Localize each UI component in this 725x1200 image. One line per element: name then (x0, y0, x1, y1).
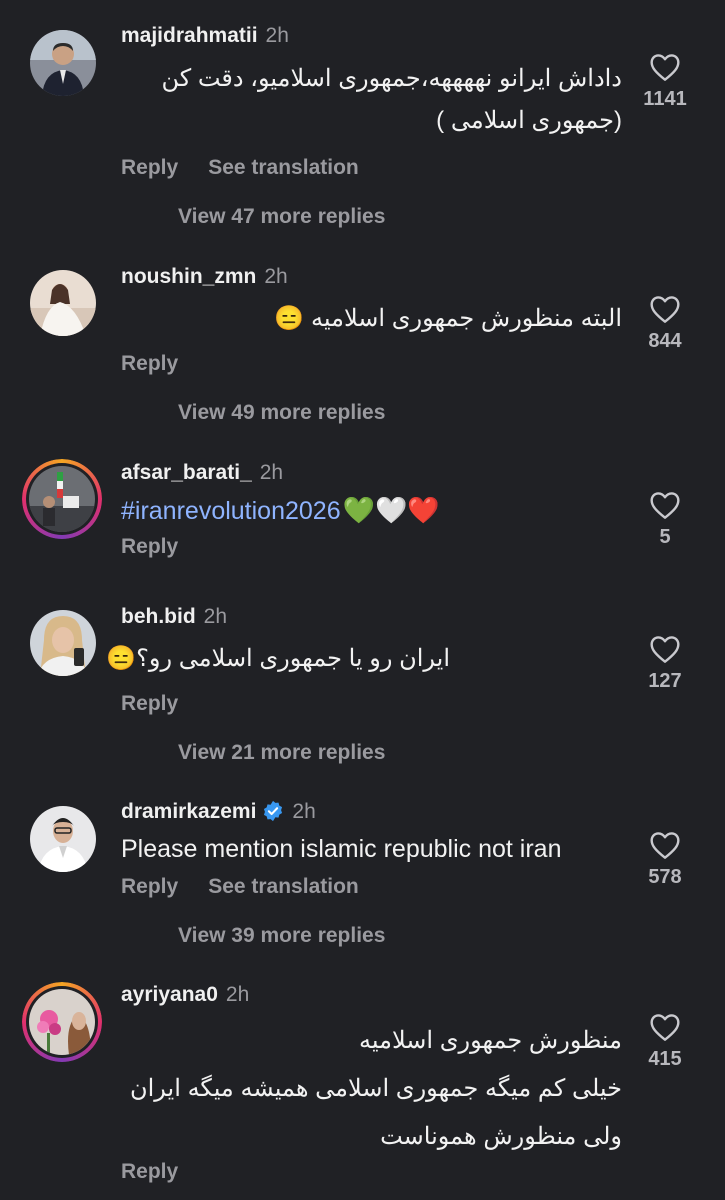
comment-time: 2h (292, 800, 316, 823)
comment-time: 2h (203, 605, 228, 628)
reply-button[interactable]: Reply (121, 1160, 178, 1183)
like-button[interactable]: 578 (635, 830, 695, 889)
comment-line: ولی منظورش هموناست (380, 1123, 622, 1150)
like-button[interactable]: 5 (635, 490, 695, 549)
see-translation-button[interactable]: See translation (208, 156, 359, 179)
heart-outline-icon (650, 636, 680, 663)
avatar-story-ring[interactable] (22, 982, 102, 1062)
see-translation-button[interactable]: See translation (208, 875, 359, 898)
comment-line: (جمهوری اسلامی ) (436, 107, 622, 134)
username[interactable]: dramirkazemi 2h (121, 800, 316, 828)
emoji-group: 💚🤍❤️ (342, 495, 440, 525)
avatar (29, 466, 95, 532)
view-more-replies-button[interactable]: View 47 more replies (178, 205, 385, 229)
comment-text: البته منظورش جمهوری اسلامیه 😑 (274, 298, 622, 340)
comment-line: داداش ایرانو نههههه،جمهوری اسلامیو، دقت … (161, 65, 622, 92)
like-count: 5 (659, 526, 671, 548)
comment-actions: Reply (121, 1160, 208, 1184)
like-count: 844 (648, 330, 682, 352)
comment-actions: Reply (121, 535, 208, 559)
username-text[interactable]: majidrahmatii (121, 24, 258, 47)
view-more-replies-button[interactable]: View 49 more replies (178, 401, 385, 425)
view-more-replies-button[interactable]: View 39 more replies (178, 924, 385, 948)
heart-outline-icon (650, 832, 680, 859)
view-more-replies-button[interactable]: View 21 more replies (178, 741, 385, 765)
username[interactable]: afsar_barati_ 2h (121, 461, 283, 485)
avatar (29, 989, 95, 1055)
like-count: 1141 (643, 88, 687, 110)
like-button[interactable]: 844 (635, 294, 695, 353)
comment-text: Please mention islamic republic not iran (121, 835, 562, 863)
avatar[interactable] (30, 806, 96, 872)
username[interactable]: beh.bid 2h (121, 605, 227, 629)
like-count: 578 (648, 866, 682, 888)
like-count: 415 (648, 1048, 682, 1070)
avatar[interactable] (30, 270, 96, 336)
hashtag-link[interactable]: #iranrevolution2026 (121, 497, 341, 525)
heart-outline-icon (650, 296, 680, 323)
comment-actions: Reply See translation (121, 156, 389, 180)
username-text[interactable]: dramirkazemi (121, 800, 256, 823)
comment-text: داداش ایرانو نههههه،جمهوری اسلامیو، دقت … (161, 58, 622, 142)
like-count: 127 (648, 670, 682, 692)
heart-outline-icon (650, 492, 680, 519)
avatar[interactable] (30, 30, 96, 96)
comment-text: #iranrevolution2026💚🤍❤️ (121, 495, 440, 526)
comment-line: منظورش جمهوری اسلامیه (358, 1027, 622, 1054)
username[interactable]: ayriyana0 2h (121, 983, 249, 1007)
reply-button[interactable]: Reply (121, 156, 178, 179)
comment-text: ایران رو یا جمهوری اسلامی رو؟😑 (106, 638, 450, 680)
heart-outline-icon (650, 1014, 680, 1041)
reply-button[interactable]: Reply (121, 352, 178, 375)
like-button[interactable]: 127 (635, 634, 695, 693)
like-button[interactable]: 415 (635, 1012, 695, 1071)
comment-time: 2h (225, 983, 250, 1006)
comment-actions: Reply See translation (121, 875, 389, 899)
comment-line: ایران رو یا جمهوری اسلامی رو؟😑 (106, 645, 450, 672)
avatar-story-ring[interactable] (22, 459, 102, 539)
comment-actions: Reply (121, 692, 208, 716)
comment-time: 2h (264, 265, 288, 288)
username-text[interactable]: beh.bid (121, 605, 196, 628)
heart-outline-icon (650, 54, 680, 81)
username[interactable]: noushin_zmn 2h (121, 265, 288, 289)
like-button[interactable]: 1141 (635, 52, 695, 111)
reply-button[interactable]: Reply (121, 692, 178, 715)
comment-time: 2h (265, 24, 289, 47)
comment-line: خیلی کم میگه جمهوری اسلامی همیشه میگه ای… (130, 1075, 622, 1102)
reply-button[interactable]: Reply (121, 875, 178, 898)
comment-time: 2h (259, 461, 284, 484)
reply-button[interactable]: Reply (121, 535, 178, 558)
username-text[interactable]: afsar_barati_ (121, 461, 252, 484)
username-text[interactable]: noushin_zmn (121, 265, 256, 288)
comment-line: البته منظورش جمهوری اسلامیه 😑 (274, 305, 622, 332)
verified-badge-icon (262, 800, 284, 828)
avatar[interactable] (30, 610, 96, 676)
comment-text: منظورش جمهوری اسلامیه خیلی کم میگه جمهور… (130, 1017, 622, 1161)
username-text[interactable]: ayriyana0 (121, 983, 218, 1006)
username[interactable]: majidrahmatii 2h (121, 24, 289, 48)
comment-actions: Reply (121, 352, 208, 376)
